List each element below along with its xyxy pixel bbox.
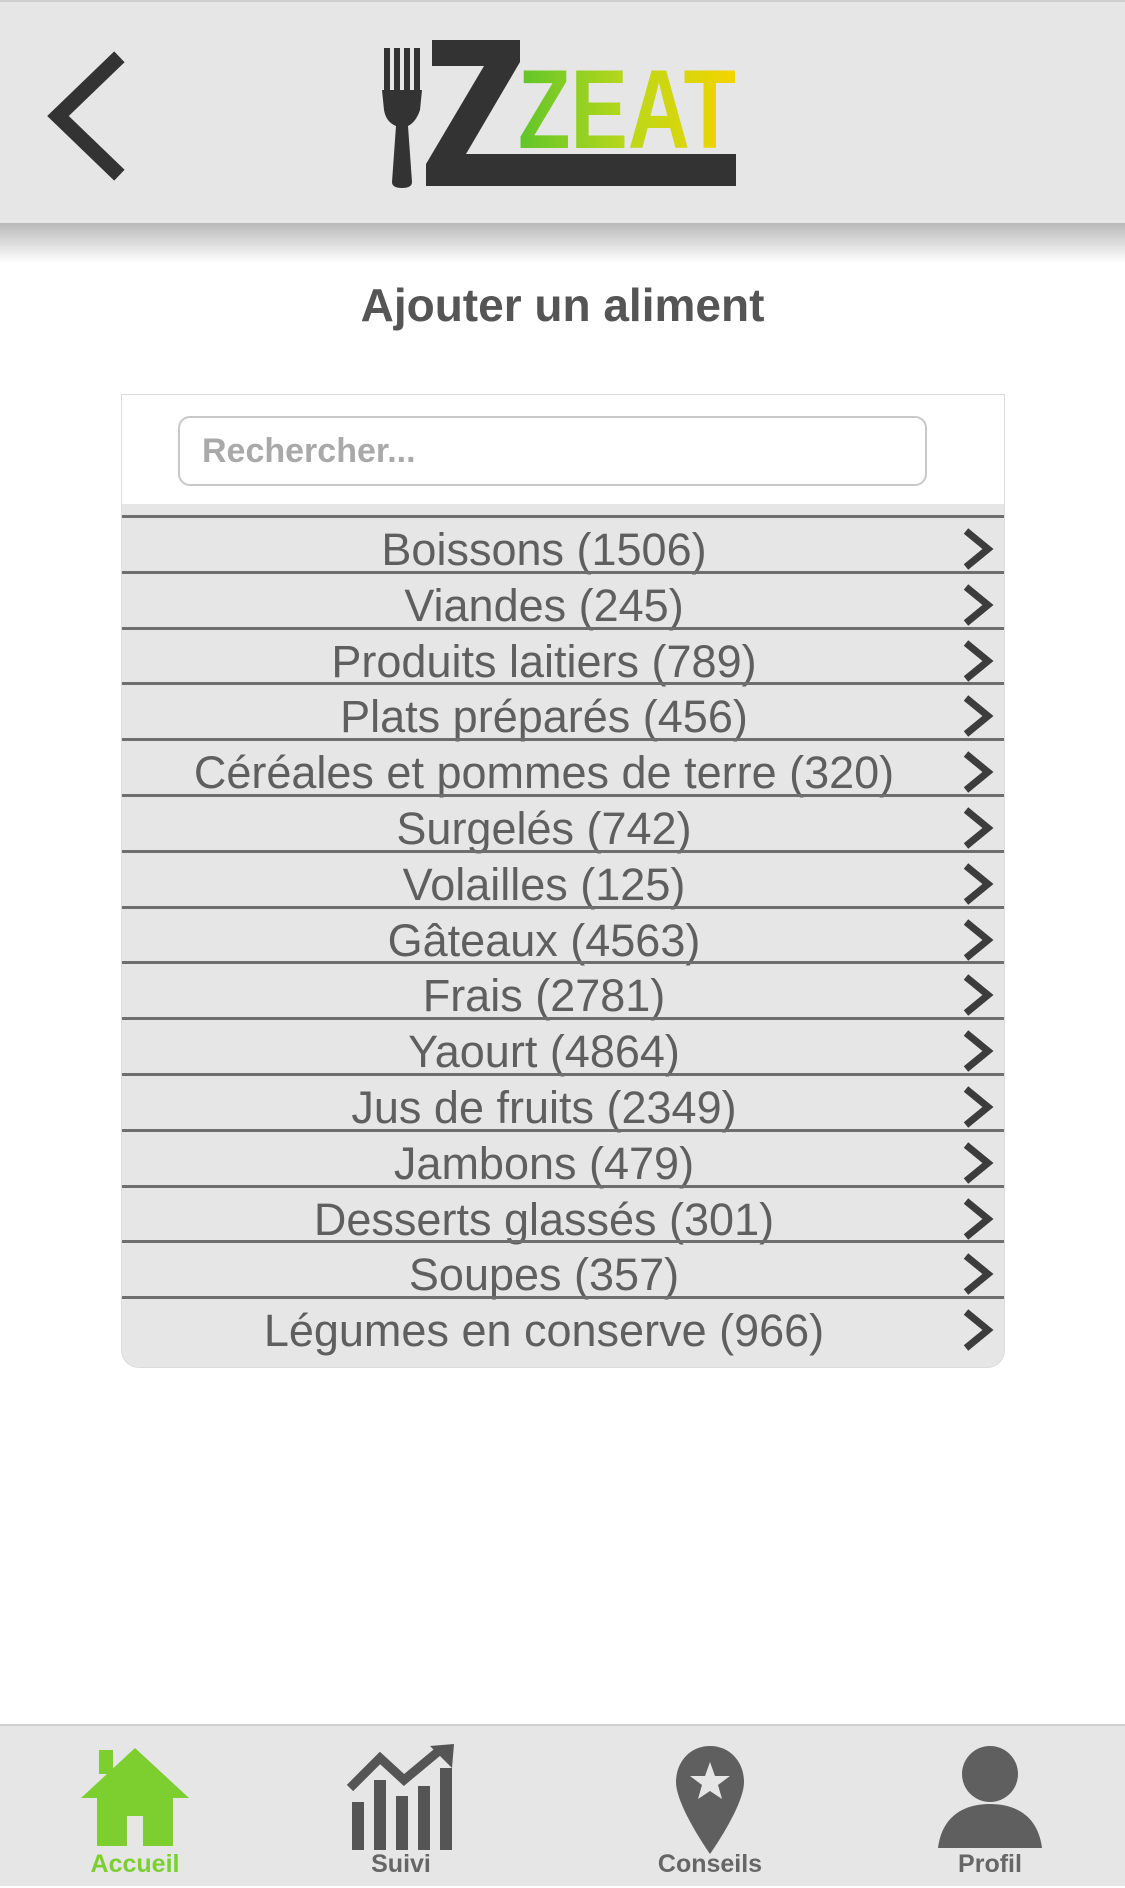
back-button[interactable]	[36, 46, 136, 186]
chart-icon	[346, 1744, 454, 1850]
chevron-right-icon	[963, 918, 994, 961]
chevron-right-icon	[963, 1309, 994, 1351]
tab-suivi-label: Suivi	[371, 1850, 431, 1878]
page-title: Ajouter un aliment	[360, 279, 765, 331]
category-label: Jus de fruits (2349)	[351, 1081, 737, 1133]
map-pin-star-icon	[676, 1746, 744, 1854]
tab-profil-label: Profil	[958, 1850, 1022, 1878]
tab-profil[interactable]: Profil	[920, 1726, 1060, 1888]
category-row[interactable]: Jambons (479)	[122, 1128, 1004, 1189]
chevron-right-icon	[963, 974, 994, 1017]
category-label: Gâteaux (4563)	[387, 914, 701, 966]
app-logo: ZEAT	[380, 36, 740, 192]
tab-suivi[interactable]: Suivi	[336, 1726, 466, 1888]
category-row[interactable]: Plats préparés (456)	[122, 682, 1004, 742]
category-label: Viandes (245)	[404, 579, 684, 631]
category-label: Yaourt (4864)	[408, 1026, 680, 1078]
category-row[interactable]: Yaourt (4864)	[122, 1017, 1004, 1077]
chevron-right-icon	[963, 1142, 994, 1184]
tab-conseils-label: Conseils	[657, 1850, 763, 1878]
category-row[interactable]: Boissons (1506)	[122, 515, 1004, 575]
category-row[interactable]: Viandes (245)	[122, 570, 1004, 631]
chevron-right-icon	[963, 807, 994, 849]
category-row[interactable]: Céréales et pommes de terre (320)	[122, 738, 1004, 798]
user-icon	[938, 1746, 1042, 1848]
chevron-left-icon	[47, 51, 125, 181]
chevron-right-icon	[963, 1030, 994, 1072]
search-area	[122, 395, 1004, 504]
category-label: Desserts glassés (301)	[313, 1193, 775, 1245]
header-shadow	[0, 223, 1125, 263]
chevron-right-icon	[963, 695, 994, 738]
category-row[interactable]: Jus de fruits (2349)	[122, 1072, 1004, 1133]
category-label: Frais (2781)	[422, 970, 666, 1022]
category-row[interactable]: Desserts glassés (301)	[122, 1184, 1004, 1245]
category-label: Surgelés (742)	[396, 802, 692, 854]
tab-conseils[interactable]: Conseils	[640, 1726, 780, 1888]
search-input[interactable]	[178, 416, 927, 486]
logo-text: ZEAT	[518, 47, 736, 172]
category-row[interactable]: Surgelés (742)	[122, 793, 1004, 854]
chevron-right-icon	[963, 751, 994, 793]
category-row[interactable]: Soupes (357)	[122, 1240, 1004, 1300]
category-label: Volailles (125)	[402, 858, 686, 910]
chevron-right-icon	[963, 1197, 994, 1240]
category-label: Céréales et pommes de terre (320)	[193, 747, 895, 799]
category-list[interactable]: Boissons (1506) Viandes (245) Produits lai…	[122, 515, 1004, 1356]
chevron-right-icon	[963, 1086, 994, 1128]
bottom-tab-bar: Accueil Suivi Conseils Profil	[0, 1724, 1125, 1886]
category-label: Soupes (357)	[408, 1249, 680, 1301]
chevron-right-icon	[963, 639, 994, 682]
category-label: Plats préparés (456)	[340, 691, 748, 743]
category-label: Jambons (479)	[393, 1137, 695, 1189]
category-panel: Boissons (1506)Viandes (245)Produits lai…	[121, 394, 1005, 1368]
category-row[interactable]: Légumes en conserve (966)	[122, 1296, 1004, 1356]
fork-icon	[382, 48, 422, 188]
category-row[interactable]: Gâteaux (4563)	[122, 905, 1004, 966]
category-row[interactable]: Produits laitiers (789)	[122, 626, 1004, 687]
category-label: Boissons (1506)	[381, 524, 707, 575]
chevron-right-icon	[963, 1253, 994, 1296]
chevron-right-icon	[963, 528, 994, 570]
home-icon	[81, 1748, 189, 1846]
category-label: Produits laitiers (789)	[331, 635, 757, 687]
category-row[interactable]: Volailles (125)	[122, 849, 1004, 910]
chevron-right-icon	[963, 584, 994, 626]
tab-accueil-label: Accueil	[90, 1850, 180, 1878]
category-row[interactable]: Frais (2781)	[122, 961, 1004, 1021]
tab-accueil[interactable]: Accueil	[60, 1726, 210, 1888]
category-label: Légumes en conserve (966)	[263, 1305, 825, 1357]
app-header: ZEAT	[0, 0, 1125, 223]
chevron-right-icon	[963, 863, 994, 905]
